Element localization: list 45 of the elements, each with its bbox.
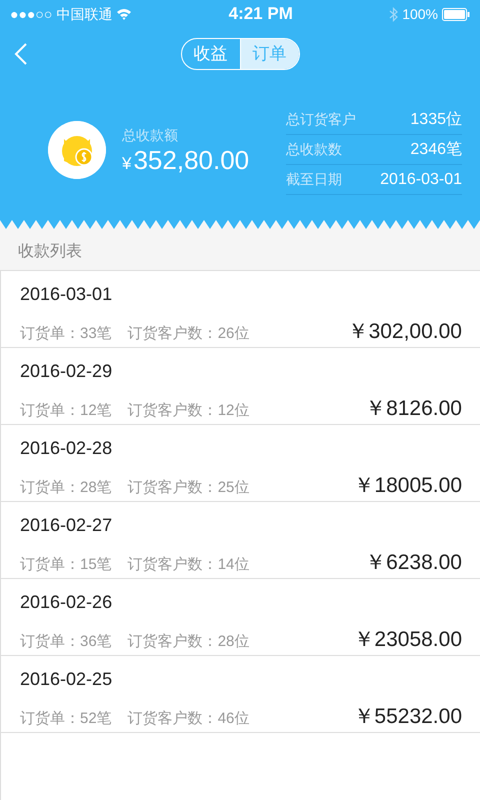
total-label: 总收款额 xyxy=(122,126,179,146)
signal-dots: ●●●○○ xyxy=(10,4,52,24)
payment-amount: ￥23058.00 xyxy=(353,627,462,653)
payment-date: 2016-02-27 xyxy=(20,514,114,537)
order-count: 订货单：28笔 xyxy=(20,478,112,498)
stat-label: 总订货客户 xyxy=(286,110,356,129)
battery-icon xyxy=(442,8,470,20)
order-count: 订货单：33笔 xyxy=(20,324,112,344)
customer-count: 订货客户数：12位 xyxy=(128,401,250,421)
order-count: 订货单：12笔 xyxy=(20,401,112,421)
battery-percent: 100% xyxy=(402,4,438,24)
payment-date: 2016-03-01 xyxy=(20,283,114,306)
payment-amount: ￥302,00.00 xyxy=(348,319,462,345)
stat-value: 2346笔 xyxy=(410,140,462,160)
segment-tab[interactable]: 订单 xyxy=(240,39,298,69)
payment-date: 2016-02-28 xyxy=(20,437,114,460)
payment-amount: ￥6238.00 xyxy=(365,550,462,576)
stat-label: 总收款数 xyxy=(286,140,342,159)
carrier-name: 中国联通 xyxy=(56,4,112,24)
segment-tab[interactable]: 收益 xyxy=(182,39,240,69)
back-icon xyxy=(14,42,28,66)
payment-amount: ￥55232.00 xyxy=(353,704,462,730)
customer-count: 订货客户数：46位 xyxy=(128,709,250,729)
order-count: 订货单：15笔 xyxy=(20,555,112,575)
wifi-icon xyxy=(116,8,132,20)
piggy-bank-icon xyxy=(48,121,106,179)
clock-time: 4:21 PM xyxy=(228,3,293,26)
order-count: 订货单：52笔 xyxy=(20,709,112,729)
payment-date: 2016-02-29 xyxy=(20,360,114,383)
payment-date: 2016-02-26 xyxy=(20,591,114,614)
payment-amount: ￥8126.00 xyxy=(365,396,462,422)
payment-amount: ￥18005.00 xyxy=(353,473,462,499)
stat-value: 2016-03-01 xyxy=(380,170,462,190)
customer-count: 订货客户数：14位 xyxy=(128,555,250,575)
stat-label: 截至日期 xyxy=(286,170,342,189)
customer-count: 订货客户数：28位 xyxy=(128,632,250,652)
list-title: 收款列表 xyxy=(17,242,83,262)
back-button[interactable] xyxy=(14,42,28,66)
stat-value: 1335位 xyxy=(410,110,462,130)
payment-date: 2016-02-25 xyxy=(20,668,114,691)
total-amount: ¥352,80.00 xyxy=(122,146,250,175)
customer-count: 订货客户数：26位 xyxy=(128,324,250,344)
customer-count: 订货客户数：25位 xyxy=(128,478,250,498)
bluetooth-icon xyxy=(389,6,398,22)
order-count: 订货单：36笔 xyxy=(20,632,112,652)
